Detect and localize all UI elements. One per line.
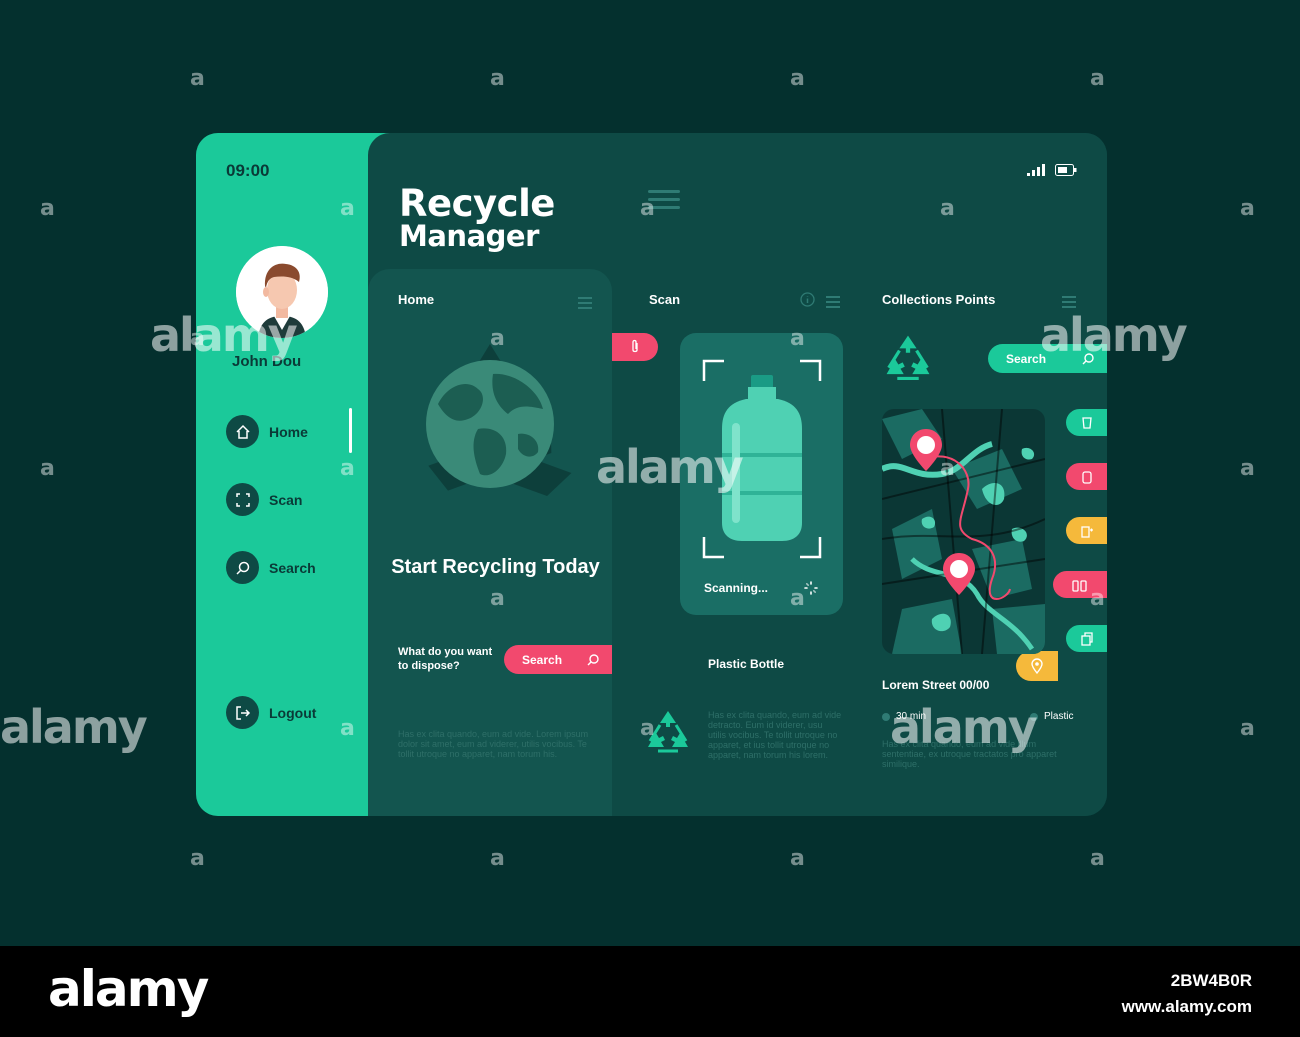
stock-id: 2BW4B0R www.alamy.com (1122, 968, 1252, 1020)
collections-search-button[interactable]: Search (988, 344, 1107, 373)
legend-type-label: Plastic (1044, 711, 1074, 722)
watermark-mark: a (190, 66, 205, 91)
watermark-mark: a (790, 846, 805, 871)
legend-time-label: 30 min (896, 711, 927, 722)
battery-icon (1080, 525, 1093, 538)
logout-label: Logout (269, 704, 317, 721)
logout-icon (226, 696, 259, 729)
watermark-mark: a (40, 196, 55, 221)
collections-panel-title: Collections Points (882, 292, 996, 307)
filter-tab-can[interactable] (1066, 463, 1107, 490)
collections-search-label: Search (1006, 351, 1047, 366)
nav-item-scan[interactable]: Scan (226, 483, 302, 516)
watermark-mark: a (1090, 846, 1105, 871)
water-bottle-illustration (722, 375, 802, 541)
home-panel-menu-icon[interactable] (578, 297, 592, 312)
scan-panel-menu-icon[interactable] (826, 296, 840, 311)
nav-item-search[interactable]: Search (226, 551, 316, 584)
legend-dot (882, 712, 890, 721)
watermark-mark: a (190, 846, 205, 871)
locate-button[interactable] (1016, 651, 1058, 681)
collections-panel-menu-icon[interactable] (1062, 296, 1076, 311)
app-title: Recycle Manager (399, 185, 555, 253)
nav-label: Home (269, 423, 308, 440)
info-icon[interactable] (800, 292, 815, 307)
logout-button[interactable]: Logout (226, 696, 316, 729)
bottles-icon (1072, 579, 1087, 592)
nav-label: Search (269, 559, 316, 576)
scan-icon (226, 483, 259, 516)
collection-points-map[interactable] (882, 409, 1045, 654)
home-panel-title: Home (398, 292, 435, 307)
stock-site: www.alamy.com (1121, 997, 1252, 1016)
scan-viewfinder: Scanning... (680, 333, 843, 615)
scan-description: Has ex clita quando, eum ad vide detract… (708, 710, 842, 760)
paper-icon (1080, 631, 1093, 646)
filter-tab-paper[interactable] (1066, 625, 1107, 652)
main-content: Recycle Manager Home Start Recycling Tod… (368, 133, 1107, 816)
filter-tab-bottles[interactable] (1053, 571, 1107, 598)
start-recycling-headline: Start Recycling Today (391, 556, 600, 578)
signal-icon (1027, 164, 1045, 176)
recycle-icon (648, 711, 688, 753)
legend-dot (1030, 712, 1038, 721)
map-pin-icon (1031, 658, 1043, 674)
user-name: John Dou (232, 353, 302, 370)
scan-panel-title: Scan (649, 292, 681, 307)
nav-item-home[interactable]: Home (226, 415, 308, 448)
recycle-icon (886, 335, 930, 381)
search-icon (1082, 352, 1094, 364)
paperclip-icon (632, 339, 638, 353)
home-panel: Home Start Recycling Today What do you w… (368, 269, 612, 816)
collection-street: Lorem Street 00/00 (882, 678, 990, 692)
watermark-mark: a (1240, 716, 1255, 741)
scan-status: Scanning... (704, 581, 769, 595)
app-title-line2: Manager (399, 219, 539, 253)
filter-tab-battery[interactable] (1066, 517, 1107, 544)
legend-time: 30 min (882, 711, 926, 722)
cup-icon (1081, 416, 1092, 429)
status-icons (1027, 164, 1077, 176)
image-id: 2BW4B0R (1170, 971, 1252, 990)
search-icon (226, 551, 259, 584)
filter-tab-cup[interactable] (1066, 409, 1107, 436)
search-icon (587, 653, 599, 665)
watermark-mark: a (490, 846, 505, 871)
collections-description: Has ex clita quando, eum ad vide illum s… (882, 739, 1057, 769)
attach-button[interactable] (612, 333, 658, 361)
battery-icon (1055, 164, 1077, 176)
tablet-frame: 09:00 John Dou Home Scan Search Logout R… (196, 133, 1107, 816)
status-time: 09:00 (226, 161, 270, 180)
globe-illustration (426, 344, 572, 497)
home-search-button[interactable]: Search (504, 645, 612, 674)
watermark-mark: a (1240, 456, 1255, 481)
scan-item-label: Plastic Bottle (708, 657, 785, 671)
can-icon (1081, 470, 1092, 484)
watermark-mark: a (40, 456, 55, 481)
watermark-mark: a (790, 66, 805, 91)
home-search-label: Search (522, 652, 563, 667)
active-indicator (349, 408, 352, 453)
watermark-brand: alamy (0, 700, 148, 754)
nav-label: Scan (269, 491, 303, 508)
watermark-mark: a (1090, 66, 1105, 91)
home-icon (226, 415, 259, 448)
legend-type: Plastic (1030, 711, 1073, 722)
watermark-mark: a (1240, 196, 1255, 221)
home-description: Has ex clita quando, eum ad vide. Lorem … (398, 729, 589, 759)
dispose-question: What do you want to dispose? (398, 646, 493, 672)
watermark-mark: a (490, 66, 505, 91)
avatar[interactable] (236, 246, 328, 338)
stock-footer: alamy 2BW4B0R www.alamy.com (0, 946, 1300, 1037)
loading-spinner-icon (804, 581, 818, 595)
stock-logo: alamy (48, 960, 209, 1018)
hamburger-menu-icon[interactable] (648, 190, 680, 210)
